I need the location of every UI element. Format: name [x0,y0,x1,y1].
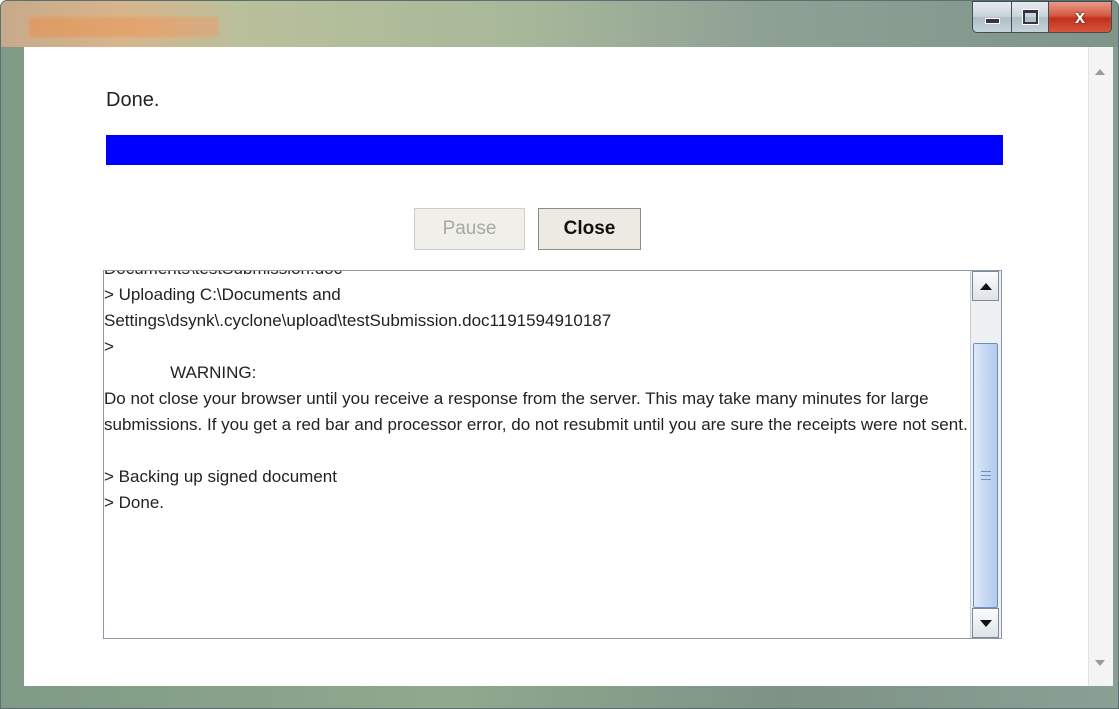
arrow-up-icon [979,282,992,290]
window-title-blurred [29,17,219,37]
pause-button[interactable]: Pause [414,208,525,250]
log-line: Documents\testSubmission.doc [104,271,970,282]
scroll-down-button[interactable] [972,608,999,638]
close-icon: x [1074,6,1085,27]
status-label: Done. [106,89,160,111]
maximize-button[interactable] [1011,1,1049,33]
app-window: x Done. Pause Close Documents\testSubmis… [0,0,1119,709]
title-bar[interactable]: x [1,1,1118,47]
log-line: > [104,337,114,356]
grip-icon [980,471,991,480]
minimize-icon [984,18,1000,24]
progress-fill [106,135,1003,165]
maximize-icon [1022,10,1038,24]
log-line: > Uploading C:\Documents and [104,285,341,304]
arrow-down-icon [979,619,992,627]
log-line: Do not close your browser until you rece… [104,389,968,434]
window-scrollbar[interactable] [1088,47,1113,686]
dialog-content: Done. Pause Close Documents\testSubmissi… [24,47,1088,686]
log-line: Settings\dsynk\.cyclone\upload\testSubmi… [104,311,612,330]
log-textarea[interactable]: Documents\testSubmission.doc > Uploading… [103,270,1002,639]
scroll-down-icon[interactable] [1095,660,1105,666]
window-controls: x [972,1,1112,35]
scroll-up-icon[interactable] [1095,69,1105,75]
log-scrollbar[interactable] [970,271,1001,638]
log-line: > Done. [104,493,165,512]
window-close-button[interactable]: x [1048,1,1112,33]
scroll-up-button[interactable] [972,271,999,301]
progress-bar [106,135,1003,165]
log-line: > Backing up signed document [104,467,337,486]
scroll-thumb[interactable] [973,343,998,608]
log-text: Documents\testSubmission.doc > Uploading… [104,271,970,516]
minimize-button[interactable] [972,1,1012,33]
close-button[interactable]: Close [538,208,641,250]
log-line: WARNING: [104,363,257,382]
